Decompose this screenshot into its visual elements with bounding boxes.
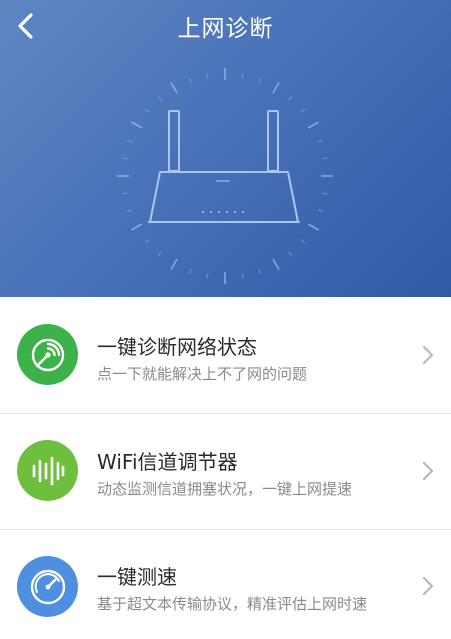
item-title: 一键诊断网络状态 xyxy=(97,335,257,359)
dial-tick xyxy=(322,192,328,195)
dial-tick xyxy=(258,78,262,84)
dial-tick xyxy=(170,82,178,94)
dial-tick xyxy=(206,73,209,79)
diagnosis-tools-list: 一键诊断网络状态 点一下就能解决上不了网的问题 WiFi信道调节器 动态监测信道… xyxy=(0,297,451,639)
radar-icon xyxy=(17,324,78,385)
dial-tick xyxy=(241,73,244,79)
header-banner: 上网诊断 xyxy=(0,0,451,297)
dial-tick xyxy=(258,268,262,274)
signal-bars-icon xyxy=(17,440,78,501)
dial-tick xyxy=(122,192,128,195)
list-item-diagnose-network[interactable]: 一键诊断网络状态 点一下就能解决上不了网的问题 xyxy=(0,297,451,413)
dial-tick xyxy=(188,268,192,274)
item-subtitle: 基于超文本传输协议，精准评估上网时速 xyxy=(97,595,368,613)
dial-tick xyxy=(272,82,280,94)
dial-tick xyxy=(288,95,293,101)
dial-tick xyxy=(127,139,133,143)
dial-tick xyxy=(307,121,319,129)
dial-tick xyxy=(317,139,323,143)
dial-tick xyxy=(300,239,306,244)
dial-tick xyxy=(206,273,209,279)
item-title: WiFi信道调节器 xyxy=(97,450,238,474)
dial-tick xyxy=(272,258,280,270)
dial-tick xyxy=(188,78,192,84)
dial-tick xyxy=(317,209,323,213)
dial-tick xyxy=(127,209,133,213)
list-item-speed-test[interactable]: 一键测速 基于超文本传输协议，精准评估上网时速 xyxy=(0,530,451,639)
speedometer-icon xyxy=(17,556,78,617)
dial-tick xyxy=(157,95,162,101)
dial-tick xyxy=(170,258,178,270)
item-subtitle: 点一下就能解决上不了网的问题 xyxy=(97,365,308,383)
dial-ticks xyxy=(117,68,333,284)
dial-tick xyxy=(144,239,150,244)
dial-tick xyxy=(122,157,128,160)
chevron-right-icon xyxy=(422,461,434,481)
dial-tick xyxy=(288,251,293,257)
network-diagnosis-page: 上网诊断 一键诊断网络状态 点一下就能解决上不了网的问题 WiFi信道调节器 动… xyxy=(0,0,451,639)
chevron-right-icon xyxy=(422,345,434,365)
item-title: 一键测速 xyxy=(97,565,177,589)
chevron-right-icon xyxy=(422,576,434,596)
dial-tick xyxy=(300,108,306,113)
dial-tick xyxy=(157,251,162,257)
item-subtitle: 动态监测信道拥塞状况，一键上网提速 xyxy=(97,480,353,498)
dial-tick xyxy=(131,223,143,231)
list-item-wifi-channel[interactable]: WiFi信道调节器 动态监测信道拥塞状况，一键上网提速 xyxy=(0,414,451,530)
router-illustration xyxy=(117,68,333,284)
router-icon xyxy=(148,110,300,223)
router-led-dots xyxy=(202,211,244,213)
dial-tick xyxy=(144,108,150,113)
dial-tick xyxy=(307,223,319,231)
dial-tick xyxy=(131,121,143,129)
dial-tick xyxy=(241,273,244,279)
dial-tick xyxy=(322,157,328,160)
